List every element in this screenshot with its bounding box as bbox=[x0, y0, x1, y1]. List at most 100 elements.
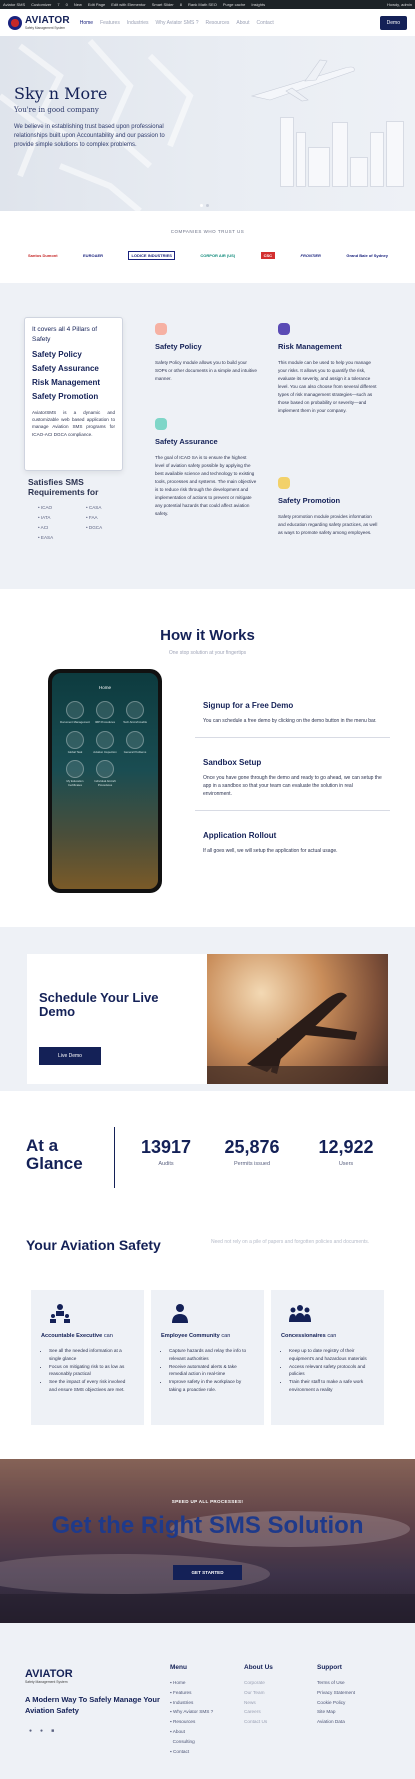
get-started-button[interactable]: GET STARTED bbox=[173, 1565, 242, 1580]
risk-icon bbox=[278, 323, 290, 335]
pillar-item: Safety Assurance bbox=[32, 364, 99, 373]
role-card: Concessionaires can Keep up to date regi… bbox=[271, 1290, 384, 1425]
footer-logo-text: AVIATOR bbox=[25, 1668, 73, 1680]
admin-bar-item[interactable]: Edit with Elementor bbox=[111, 2, 145, 7]
live-demo-button[interactable]: Live Demo bbox=[39, 1047, 101, 1065]
feature-safety-policy: Safety Policy Safety Policy module allow… bbox=[155, 323, 257, 383]
pillars-section: It covers all 4 Pillars of Safety Safety… bbox=[0, 283, 415, 589]
nav-features[interactable]: Features bbox=[100, 20, 120, 26]
list-item: Focus on mitigating risk to as low as re… bbox=[49, 1363, 134, 1379]
footer-link[interactable]: Consulting bbox=[170, 1737, 213, 1747]
admin-bar-item[interactable]: Aviator SMS bbox=[3, 2, 25, 7]
requirement-item: • DGCA bbox=[86, 525, 103, 530]
airplane-sunset-image bbox=[207, 954, 388, 1084]
tile-icon bbox=[66, 701, 84, 719]
footer-link[interactable]: ▪ Industries bbox=[170, 1698, 213, 1708]
footer-link[interactable]: ▪ Features bbox=[170, 1688, 213, 1698]
admin-bar-item[interactable]: Edit Page bbox=[88, 2, 105, 7]
footer-logo-subtext: Safety Management System bbox=[25, 1680, 68, 1684]
linkedin-icon[interactable]: ■ bbox=[51, 1728, 54, 1734]
admin-bar-item[interactable]: New bbox=[74, 2, 82, 7]
role-card: Employee Community can Capture hazards a… bbox=[151, 1290, 264, 1425]
footer-logo[interactable]: AVIATOR Safety Management System bbox=[25, 1668, 73, 1684]
how-subtitle: One stop solution at your fingertips bbox=[168, 650, 247, 656]
admin-bar: Aviator SMS Customizer 7 0 New Edit Page… bbox=[0, 0, 415, 9]
nav-about[interactable]: About bbox=[236, 20, 249, 26]
footer-link[interactable]: Aviation Data bbox=[317, 1717, 355, 1727]
footer-link[interactable]: News bbox=[244, 1698, 273, 1708]
footer-link[interactable]: Careers bbox=[244, 1707, 273, 1717]
admin-bar-item[interactable]: Purge cache bbox=[223, 2, 245, 7]
site-header: AVIATOR Safety Management System Home Fe… bbox=[0, 9, 415, 36]
footer-link[interactable]: Terms of Use bbox=[317, 1678, 355, 1688]
pillar-item: Risk Management bbox=[32, 378, 101, 387]
footer-link[interactable]: ▪ Home bbox=[170, 1678, 213, 1688]
twitter-icon[interactable]: ● bbox=[40, 1728, 43, 1734]
list-item: Capture hazards and relay the info to re… bbox=[169, 1347, 254, 1363]
pillar-item: Safety Promotion bbox=[32, 392, 99, 401]
feature-text: This module can be used to help you mana… bbox=[278, 360, 377, 413]
admin-bar-item[interactable]: Smart Slider bbox=[152, 2, 174, 7]
stat-label: Permits issued bbox=[233, 1161, 271, 1167]
footer-link[interactable]: Our Team bbox=[244, 1688, 273, 1698]
site-logo[interactable]: AVIATOR Safety Management System bbox=[8, 15, 70, 30]
footer-support: Support Terms of Use Privacy Statement C… bbox=[317, 1664, 355, 1727]
nav-why[interactable]: Why Aviator SMS ? bbox=[156, 20, 199, 26]
nav-industries[interactable]: Industries bbox=[127, 20, 149, 26]
admin-greeting[interactable]: Howdy, admin bbox=[387, 2, 412, 7]
phone-tile: Tech Aircraft Audits bbox=[120, 701, 150, 725]
stat-label: Users bbox=[338, 1161, 354, 1167]
cta-title: Get the Right SMS Solution bbox=[51, 1512, 364, 1539]
tile-icon bbox=[66, 760, 84, 778]
airplane-silhouette-icon bbox=[207, 992, 388, 1084]
footer-link[interactable]: ▪ Resources bbox=[170, 1717, 213, 1727]
requirement-item: • ICAO bbox=[38, 505, 53, 510]
how-it-works: How it Works One stop solution at your f… bbox=[0, 589, 415, 927]
footer-col-title: Menu bbox=[170, 1664, 187, 1671]
demo-button[interactable]: Demo bbox=[379, 15, 407, 30]
requirement-item: • CASA bbox=[86, 505, 102, 510]
role-list: Keep up to date registry of their equipm… bbox=[281, 1347, 374, 1394]
phone-tile: IMP Procedures bbox=[90, 701, 120, 725]
building-shape bbox=[370, 132, 384, 187]
list-item: Improve safety in the workplace by takin… bbox=[169, 1378, 254, 1394]
assurance-icon bbox=[155, 418, 167, 430]
requirement-item: • IATA bbox=[38, 515, 51, 520]
slider-dot[interactable] bbox=[200, 204, 203, 207]
admin-bar-item[interactable]: Customizer bbox=[31, 2, 51, 7]
slider-dot[interactable] bbox=[206, 204, 209, 207]
footer-link[interactable]: Cookie Policy bbox=[317, 1698, 355, 1708]
nav-home[interactable]: Home bbox=[80, 20, 93, 26]
hero-text: We believe in establishing trust based u… bbox=[14, 124, 165, 148]
cta-overlay bbox=[0, 1459, 415, 1623]
phone-mockup: Home Document Management IMP Procedures … bbox=[48, 669, 162, 893]
pillars-card-description: AviatorSMS is a dynamic and customizable… bbox=[32, 410, 115, 437]
site-footer: AVIATOR Safety Management System A Moder… bbox=[0, 1623, 415, 1779]
list-item: See all the needed information at a sing… bbox=[49, 1347, 134, 1363]
admin-bar-item[interactable]: Insights bbox=[251, 2, 265, 7]
admin-bar-item[interactable]: 0 bbox=[66, 2, 68, 7]
employee-icon bbox=[172, 1304, 188, 1323]
footer-link[interactable]: Privacy Statement bbox=[317, 1688, 355, 1698]
cta-kicker: SPEED UP ALL PROCESSES! bbox=[171, 1499, 244, 1504]
footer-link[interactable]: Site Map bbox=[317, 1707, 355, 1717]
pillar-item: Safety Policy bbox=[32, 350, 82, 359]
role-title: Employee Community can bbox=[161, 1333, 231, 1339]
role-title: Concessionaires can bbox=[281, 1333, 337, 1339]
footer-link[interactable]: ▪ About bbox=[170, 1727, 213, 1737]
airplane-icon bbox=[250, 59, 355, 102]
footer-link[interactable]: ▪ Contact bbox=[170, 1747, 213, 1757]
pillars-card-heading: It covers all 4 Pillars of Safety bbox=[32, 326, 98, 343]
admin-bar-item[interactable]: 7 bbox=[57, 2, 59, 7]
nav-resources[interactable]: Resources bbox=[206, 20, 230, 26]
admin-bar-item[interactable]: 8 bbox=[180, 2, 182, 7]
footer-link[interactable]: Corporate bbox=[244, 1678, 273, 1688]
nav-contact[interactable]: Contact bbox=[256, 20, 273, 26]
admin-bar-item[interactable]: Rank Math SEO bbox=[188, 2, 217, 7]
footer-link[interactable]: ▪ Why Aviator SMS ? bbox=[170, 1707, 213, 1717]
facebook-icon[interactable]: ● bbox=[29, 1728, 32, 1734]
step-item: Signup for a Free Demo You can schedule … bbox=[195, 701, 390, 738]
feature-title: Safety Policy bbox=[155, 342, 202, 351]
stat-label: Audits bbox=[158, 1161, 174, 1167]
footer-link[interactable]: Contact Us bbox=[244, 1717, 273, 1727]
